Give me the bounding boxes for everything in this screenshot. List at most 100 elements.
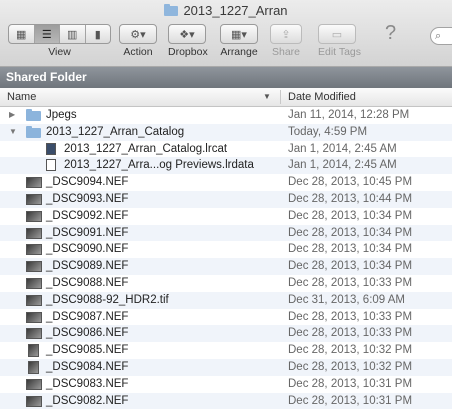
file-date-modified: Dec 28, 2013, 10:31 PM (288, 394, 413, 407)
list-item[interactable]: 2013_1227_Arra...og Previews.lrdata Jan 1… (0, 157, 452, 175)
window-title-text: 2013_1227_Arran (183, 3, 288, 18)
date-modified-column-header[interactable]: Date Modified (288, 88, 356, 106)
search-field[interactable]: ⌕ (430, 27, 452, 45)
share-group: ⇪ Share (270, 24, 302, 58)
image-thumbnail-icon (26, 328, 42, 340)
file-date-modified: Dec 28, 2013, 10:31 PM (288, 377, 413, 390)
lrdata-file-icon (46, 159, 56, 172)
file-date-modified: Jan 11, 2014, 12:28 PM (288, 109, 410, 121)
column-divider[interactable] (280, 90, 281, 104)
file-name: _DSC9091.NEF (46, 226, 129, 239)
image-thumbnail-portrait-icon (28, 360, 39, 374)
action-group: ⚙▾ Action (119, 24, 157, 58)
tag-icon: ▭ (331, 28, 343, 41)
image-thumbnail-icon (26, 210, 42, 222)
list-item[interactable]: _DSC9087.NEF Dec 28, 2013, 10:33 PM (0, 309, 452, 326)
list-item[interactable]: _DSC9094.NEF Dec 28, 2013, 10:45 PM (0, 174, 452, 191)
help-icon[interactable]: ? (385, 22, 396, 45)
file-name: Jpegs (46, 109, 77, 121)
list-item[interactable]: _DSC9085.NEF Dec 28, 2013, 10:32 PM (0, 342, 452, 359)
list-item[interactable]: _DSC9083.NEF Dec 28, 2013, 10:31 PM (0, 376, 452, 393)
file-name: _DSC9089.NEF (46, 260, 129, 273)
file-name: _DSC9082.NEF (46, 394, 129, 407)
image-thumbnail-icon (26, 177, 42, 189)
file-name: _DSC9088.NEF (46, 276, 129, 289)
list-item[interactable]: 2013_1227_Arran_Catalog.lrcat Jan 1, 2014… (0, 141, 452, 158)
view-label: View (48, 46, 71, 58)
list-view-icon[interactable]: ☰ (34, 25, 60, 43)
list-item[interactable]: _DSC9082.NEF Dec 28, 2013, 10:31 PM (0, 392, 452, 409)
lrcat-file-icon (46, 142, 56, 155)
edit-tags-label: Edit Tags (318, 46, 361, 58)
image-thumbnail-icon (26, 227, 42, 239)
file-date-modified: Jan 1, 2014, 2:45 AM (288, 159, 397, 172)
list-item[interactable]: _DSC9086.NEF Dec 28, 2013, 10:33 PM (0, 325, 452, 343)
file-name: _DSC9088-92_HDR2.tif (46, 293, 169, 306)
share-button[interactable]: ⇪ (270, 24, 302, 44)
view-segmented-control[interactable]: ▦ ☰ ▥ ▮ (8, 24, 111, 44)
file-date-modified: Dec 28, 2013, 10:32 PM (288, 360, 413, 373)
file-date-modified: Jan 1, 2014, 2:45 AM (288, 142, 397, 155)
file-date-modified: Dec 31, 2013, 6:09 AM (288, 293, 405, 306)
image-thumbnail-icon (26, 395, 42, 407)
list-item[interactable]: _DSC9091.NEF Dec 28, 2013, 10:34 PM (0, 224, 452, 242)
dropbox-group: ❖▾ Dropbox (168, 24, 208, 58)
file-date-modified: Dec 28, 2013, 10:34 PM (288, 209, 413, 222)
dropbox-button[interactable]: ❖▾ (168, 24, 206, 44)
image-thumbnail-icon (26, 277, 42, 289)
list-item[interactable]: _DSC9088-92_HDR2.tif Dec 31, 2013, 6:09 A… (0, 291, 452, 309)
file-date-modified: Dec 28, 2013, 10:33 PM (288, 310, 413, 323)
file-list: ▶ Jpegs Jan 11, 2014, 12:28 PM ▼ 2013_1227_A… (0, 107, 452, 409)
window-title: 2013_1227_Arran (0, 3, 452, 18)
image-thumbnail-icon (26, 311, 42, 323)
file-date-modified: Dec 28, 2013, 10:44 PM (288, 192, 413, 205)
arrange-group: ▦▾ Arrange (220, 24, 258, 58)
file-name: 2013_1227_Arra...og Previews.lrdata (64, 159, 254, 172)
disclosure-expanded-icon[interactable]: ▼ (9, 124, 19, 141)
image-thumbnail-icon (26, 261, 42, 273)
coverflow-view-icon[interactable]: ▮ (86, 25, 111, 43)
arrange-label: Arrange (220, 46, 258, 58)
file-name: _DSC9085.NEF (46, 344, 129, 357)
file-date-modified: Dec 28, 2013, 10:34 PM (288, 243, 413, 256)
action-button[interactable]: ⚙▾ (119, 24, 157, 44)
column-view-icon[interactable]: ▥ (60, 25, 86, 43)
image-thumbnail-portrait-icon (28, 344, 39, 358)
gear-icon: ⚙▾ (130, 28, 146, 41)
disclosure-collapsed-icon[interactable]: ▶ (9, 107, 19, 124)
file-name: _DSC9087.NEF (46, 310, 129, 323)
list-item[interactable]: _DSC9093.NEF Dec 28, 2013, 10:44 PM (0, 190, 452, 208)
list-item[interactable]: _DSC9084.NEF Dec 28, 2013, 10:32 PM (0, 358, 452, 376)
file-name: _DSC9094.NEF (46, 176, 129, 189)
list-item[interactable]: _DSC9089.NEF Dec 28, 2013, 10:34 PM (0, 258, 452, 275)
view-group: ▦ ☰ ▥ ▮ View (8, 24, 111, 58)
icon-view-icon[interactable]: ▦ (9, 25, 35, 43)
arrange-button[interactable]: ▦▾ (220, 24, 258, 44)
search-icon: ⌕ (435, 30, 442, 42)
action-label: Action (123, 46, 153, 58)
edit-tags-button[interactable]: ▭ (318, 24, 356, 44)
image-thumbnail-icon (26, 294, 42, 306)
file-date-modified: Dec 28, 2013, 10:34 PM (288, 226, 413, 239)
file-name: _DSC9093.NEF (46, 192, 129, 205)
file-name: _DSC9083.NEF (46, 377, 129, 390)
share-icon: ⇪ (281, 28, 291, 41)
file-date-modified: Dec 28, 2013, 10:32 PM (288, 344, 413, 357)
list-item[interactable]: ▶ Jpegs Jan 11, 2014, 12:28 PM (0, 107, 452, 124)
list-item[interactable]: _DSC9092.NEF Dec 28, 2013, 10:34 PM (0, 208, 452, 225)
name-column-header[interactable]: Name (7, 88, 36, 106)
dropbox-icon: ❖▾ (179, 28, 195, 41)
file-name: 2013_1227_Arran_Catalog.lrcat (64, 142, 228, 155)
list-item[interactable]: _DSC9090.NEF Dec 28, 2013, 10:34 PM (0, 241, 452, 258)
image-thumbnail-icon (26, 378, 42, 390)
sort-chevron-down-icon[interactable]: ▼ (263, 88, 271, 106)
file-date-modified: Dec 28, 2013, 10:33 PM (288, 327, 413, 340)
list-item[interactable]: _DSC9088.NEF Dec 28, 2013, 10:33 PM (0, 275, 452, 292)
edit-tags-group: ▭ Edit Tags (318, 24, 361, 58)
image-thumbnail-icon (26, 193, 42, 205)
file-name: 2013_1227_Arran_Catalog (46, 125, 185, 138)
share-label: Share (271, 46, 301, 58)
list-item[interactable]: ▼ 2013_1227_Arran_Catalog Today, 4:59 PM (0, 123, 452, 141)
file-name: _DSC9090.NEF (46, 243, 129, 256)
finder-toolbar: 2013_1227_Arran ▦ ☰ ▥ ▮ View ⚙▾ Action ❖… (0, 0, 452, 67)
